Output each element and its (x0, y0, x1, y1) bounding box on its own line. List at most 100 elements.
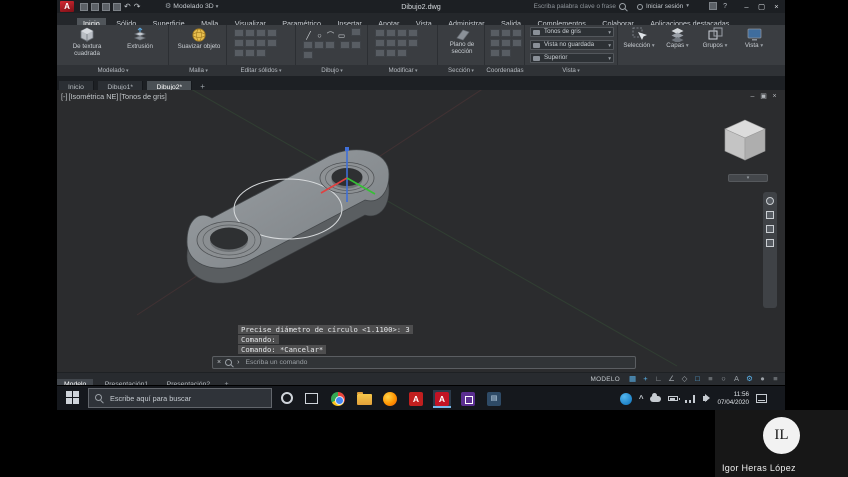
tool-icon[interactable] (351, 41, 361, 49)
ucs-tool-icon[interactable] (490, 29, 500, 37)
orbit-icon[interactable] (766, 239, 774, 247)
tool-icon[interactable] (386, 29, 396, 37)
tool-icon[interactable] (234, 49, 244, 57)
tool-icon[interactable] (256, 39, 266, 47)
panel-label-editar-solidos[interactable]: Editar sólidos (228, 65, 294, 76)
pan-icon[interactable] (766, 211, 774, 219)
ucs-tool-icon[interactable] (501, 49, 511, 57)
navigation-bar[interactable] (763, 192, 777, 308)
grid-icon[interactable]: ▦ (627, 373, 638, 385)
panel-label-malla[interactable]: Malla (172, 65, 225, 76)
panel-label-coordenadas[interactable]: Coordenadas (484, 65, 526, 76)
volume-icon[interactable] (703, 396, 707, 401)
smooth-object-button[interactable]: Suavizar objeto (174, 26, 224, 51)
plot-icon[interactable] (113, 3, 121, 11)
panel-label-modelado[interactable]: Modelado (71, 65, 155, 76)
ucs-orientation-dropdown[interactable]: Superior (530, 53, 614, 63)
3d-plate-model[interactable] (187, 150, 389, 283)
rectangle-tool-icon[interactable]: ▭ (336, 31, 347, 40)
tool-icon[interactable] (303, 41, 313, 49)
doc-close-icon[interactable]: × (769, 91, 780, 102)
visual-style-dropdown[interactable]: Tonos de gris (530, 27, 614, 37)
taskbar-app-purple[interactable] (459, 390, 477, 408)
tool-icon[interactable] (256, 29, 266, 37)
taskbar-app-acrobat[interactable]: A (407, 390, 425, 408)
tool-icon[interactable] (245, 39, 255, 47)
network-icon[interactable] (685, 395, 696, 403)
save-file-icon[interactable] (102, 3, 110, 11)
task-view-icon[interactable] (305, 393, 318, 404)
command-close-icon[interactable]: × (217, 357, 221, 368)
recent-commands-icon[interactable] (225, 359, 233, 367)
viewcube-ucs-menu[interactable]: ▾ (728, 174, 768, 182)
circle-tool-icon[interactable]: ○ (314, 31, 325, 40)
arc-tool-icon[interactable]: ⌒ (325, 31, 336, 40)
start-button[interactable] (66, 391, 79, 404)
taskbar-app-explorer[interactable] (355, 390, 373, 408)
workspace-switcher[interactable]: ⚙Modelado 3D (165, 2, 218, 11)
extrude-button[interactable]: Extrusión (117, 26, 163, 51)
tool-icon[interactable] (256, 49, 266, 57)
tool-icon[interactable] (397, 49, 407, 57)
tool-icon[interactable] (340, 41, 350, 49)
help-icon[interactable]: ? (723, 2, 727, 11)
tool-icon[interactable] (386, 49, 396, 57)
isodraft-icon[interactable]: ◇ (679, 373, 690, 385)
autocad-logo-icon[interactable]: A (60, 1, 74, 12)
transparency-icon[interactable]: ○ (718, 373, 729, 385)
tool-icon[interactable] (234, 39, 244, 47)
minimize-icon[interactable]: – (739, 0, 754, 13)
ucs-tool-icon[interactable] (501, 39, 511, 47)
osnap-icon[interactable]: □ (692, 373, 703, 385)
tool-icon[interactable] (325, 41, 335, 49)
ucs-tool-icon[interactable] (490, 39, 500, 47)
tool-icon[interactable] (245, 29, 255, 37)
ucs-tool-icon[interactable] (512, 29, 522, 37)
tray-chevron-up-icon[interactable]: ^ (639, 394, 644, 403)
command-input[interactable] (243, 358, 631, 367)
new-file-icon[interactable] (80, 3, 88, 11)
gizmo-grip[interactable] (345, 147, 349, 151)
snap-icon[interactable]: + (640, 373, 651, 385)
ucs-tool-icon[interactable] (501, 29, 511, 37)
open-file-icon[interactable] (91, 3, 99, 11)
doc-minimize-icon[interactable]: – (747, 91, 758, 102)
tool-icon[interactable] (386, 39, 396, 47)
tray-blue-circle-icon[interactable] (620, 393, 632, 405)
infocenter-search[interactable]: Escriba palabra clave o frase (534, 2, 627, 11)
tool-icon[interactable] (267, 29, 277, 37)
taskbar-app-autocad[interactable]: A (433, 390, 451, 408)
close-icon[interactable]: × (769, 0, 784, 13)
isolate-objects-icon[interactable]: ● (757, 373, 768, 385)
ucs-tool-icon[interactable] (490, 49, 500, 57)
tool-icon[interactable] (245, 49, 255, 57)
ucs-tool-icon[interactable] (512, 39, 522, 47)
view-control[interactable]: [Isométrica NE] (69, 92, 119, 101)
panel-label-seccion[interactable]: Sección (439, 65, 483, 76)
model-space-label[interactable]: MODELO (591, 376, 621, 383)
app-store-icon[interactable] (709, 2, 717, 10)
viewcube[interactable] (715, 112, 775, 172)
search-icon[interactable] (619, 3, 627, 11)
view-dropdown[interactable]: Vista no guardada (530, 40, 614, 50)
tool-icon[interactable] (375, 29, 385, 37)
polar-tracking-icon[interactable]: ∠ (666, 373, 677, 385)
annotation-scale-icon[interactable]: A (731, 373, 742, 385)
seleccion-panel-button[interactable]: Selección (621, 26, 657, 50)
lineweight-icon[interactable]: ≡ (705, 373, 716, 385)
panel-label-dibujo[interactable]: Dibujo (298, 65, 366, 76)
taskbar-clock[interactable]: 11:56 07/04/2020 (717, 391, 749, 407)
taskbar-search[interactable] (88, 388, 272, 408)
line-tool-icon[interactable]: ╱ (303, 31, 314, 40)
undo-icon[interactable]: ↶ (124, 2, 131, 11)
redo-icon[interactable]: ↷ (134, 2, 141, 11)
ortho-icon[interactable]: ∟ (653, 373, 664, 385)
action-center-icon[interactable] (756, 394, 767, 403)
customize-icon[interactable]: ≡ (770, 373, 781, 385)
tool-icon[interactable] (314, 41, 324, 49)
taskbar-search-input[interactable] (108, 393, 265, 404)
signin-button[interactable]: Iniciar sesión (637, 2, 689, 11)
viewport-menu-control[interactable]: [-] (61, 92, 68, 101)
vista-panel-button[interactable]: Vista (736, 26, 772, 50)
tool-icon[interactable] (234, 29, 244, 37)
